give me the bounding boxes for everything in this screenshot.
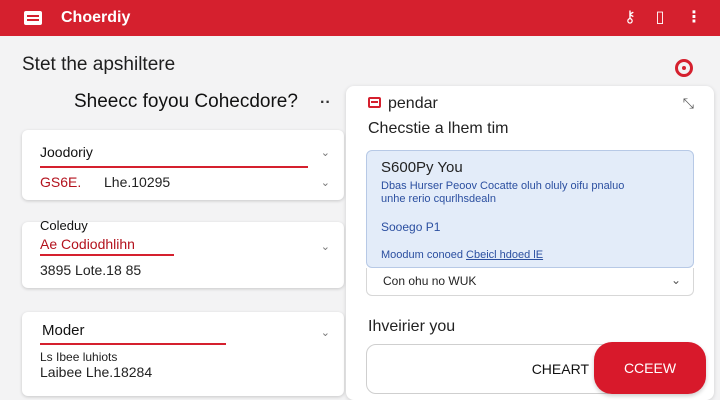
primary-button[interactable]: CCEEW <box>594 342 706 394</box>
card-subtitle: Ae Codiodhlihn <box>40 236 135 252</box>
info-footer-text: Moodum conoed <box>381 249 463 261</box>
section-heading: Sheecc foyou Cohecdore? <box>74 91 298 112</box>
info-link[interactable]: Cbeicl hdoed lE <box>466 249 543 261</box>
option-select[interactable]: Con ohu no WUK ⌄ <box>366 268 694 296</box>
panel-icon <box>368 97 381 108</box>
chevron-icon[interactable]: ⌄ <box>321 146 330 159</box>
card-title: Joodoriy <box>40 144 93 160</box>
info-title: S600Py You <box>381 159 463 176</box>
app-bar: Choerdiy ⚷ ▯ ⋮ <box>0 0 720 36</box>
more-horizontal-icon[interactable]: ·· <box>320 94 331 112</box>
chevron-icon[interactable]: ⌄ <box>321 240 330 253</box>
info-box: S600Py You Dbas Hurser Peoov Cocatte olu… <box>366 150 694 268</box>
location-pin-icon[interactable] <box>675 59 693 77</box>
card-detail: 3895 Lote.18 85 <box>40 262 142 278</box>
info-text: Dbas Hurser Peoov Cocatte oluh oluly oif… <box>381 180 625 192</box>
card-detail: Lhe.10295 <box>104 174 171 190</box>
list-card[interactable]: Coleduy Ae Codiodhlihn ⌄ 3895 Lote.18 85 <box>22 218 344 288</box>
divider <box>40 166 308 168</box>
info-footer: Moodum conoed Cbeicl hdoed lE <box>381 249 543 261</box>
section-label: Ihveirier you <box>368 318 456 335</box>
list-card[interactable]: Joodoriy ⌄ GS6E. Lhe.10295 ⌄ <box>22 130 344 200</box>
document-icon[interactable]: ▯ <box>650 8 670 28</box>
card-title: Moder <box>42 322 85 339</box>
menu-icon[interactable] <box>24 11 42 25</box>
panel-prompt: Checstie a lhem tim <box>368 120 509 137</box>
info-note: Sooego P1 <box>381 220 441 234</box>
collapse-icon[interactable]: ⤡ <box>683 95 694 112</box>
divider <box>40 343 226 345</box>
chevron-icon[interactable]: ⌄ <box>321 326 330 339</box>
divider <box>40 254 174 256</box>
more-vertical-icon[interactable]: ⋮ <box>684 8 704 28</box>
select-value: Con ohu no WUK <box>383 274 477 288</box>
list-card[interactable]: Moder ⌄ Ls Ibee luhiots Laibee Lhe.18284 <box>22 312 344 396</box>
info-text: unhe rerio cqurlhsdealn <box>381 193 496 205</box>
panel-title: pendar <box>388 95 438 112</box>
chevron-down-icon[interactable]: ⌄ <box>321 176 330 189</box>
chevron-down-icon[interactable]: ⌄ <box>671 273 681 287</box>
key-icon[interactable]: ⚷ <box>620 8 640 28</box>
app-title: Choerdiy <box>61 9 131 26</box>
card-title: Coleduy <box>40 218 88 233</box>
page-heading: Stet the apshiltere <box>22 54 176 75</box>
details-panel: pendar ⤡ Checstie a lhem tim S600Py You … <box>346 86 714 400</box>
card-subtitle: Ls Ibee luhiots <box>40 350 118 364</box>
card-detail: Laibee Lhe.18284 <box>40 364 153 380</box>
secondary-button[interactable]: CHEART <box>366 344 616 394</box>
card-subtitle: GS6E. <box>40 174 82 190</box>
